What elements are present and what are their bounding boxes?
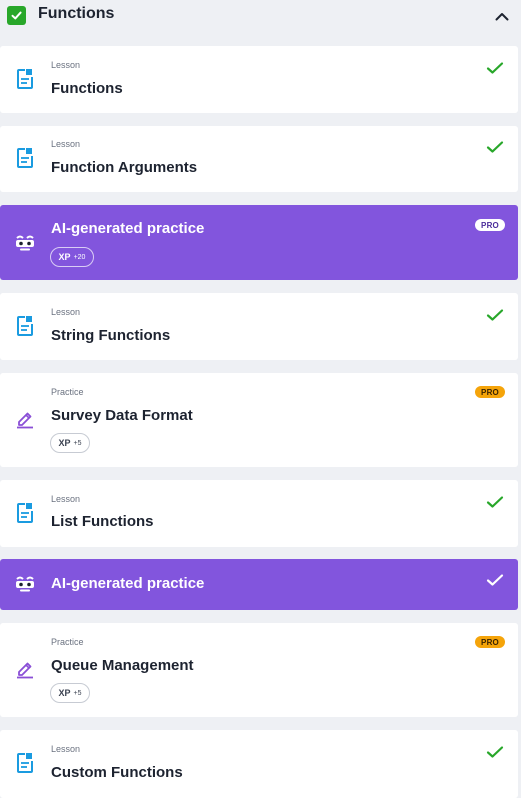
ai-practice-item[interactable]: AI-generated practice PRO XP +20 xyxy=(0,205,518,280)
section-title: Functions xyxy=(38,5,115,22)
item-title: List Functions xyxy=(51,513,154,530)
ai-face-icon xyxy=(13,231,37,255)
ai-face-icon xyxy=(13,572,37,596)
lesson-doc-icon xyxy=(13,146,37,170)
list-item[interactable]: Practice Survey Data Format PRO XP +5 xyxy=(0,373,518,467)
lesson-doc-icon xyxy=(13,314,37,338)
item-title: AI-generated practice xyxy=(51,220,205,237)
xp-value: +20 xyxy=(73,253,86,261)
item-kind: Lesson xyxy=(51,744,81,754)
item-title: Survey Data Format xyxy=(51,407,193,424)
item-kind: Practice xyxy=(51,387,84,397)
pro-badge: PRO xyxy=(475,636,505,648)
xp-label: XP xyxy=(58,438,71,448)
list-item[interactable]: Practice Queue Management PRO XP +5 xyxy=(0,623,518,717)
section-header[interactable]: Functions xyxy=(0,0,521,33)
pencil-icon xyxy=(13,407,37,431)
completed-check-icon xyxy=(484,493,506,511)
item-title: Function Arguments xyxy=(51,159,198,176)
lesson-doc-icon xyxy=(13,67,37,91)
item-kind: Lesson xyxy=(51,60,81,70)
xp-value: +5 xyxy=(73,689,82,697)
item-kind: Practice xyxy=(51,637,84,647)
pro-badge: PRO xyxy=(475,386,505,398)
chevron-up-icon[interactable] xyxy=(492,7,512,25)
xp-label: XP xyxy=(58,252,71,262)
xp-pill: XP +5 xyxy=(50,433,90,453)
ai-practice-item[interactable]: AI-generated practice xyxy=(0,559,518,610)
xp-pill: XP +5 xyxy=(50,683,90,703)
completed-check-icon xyxy=(484,138,506,156)
xp-label: XP xyxy=(58,688,71,698)
item-title: Queue Management xyxy=(51,657,194,674)
list-item[interactable]: Lesson String Functions xyxy=(0,293,518,360)
section-complete-check-icon xyxy=(7,6,26,25)
item-kind: Lesson xyxy=(51,139,81,149)
item-title: Custom Functions xyxy=(51,764,183,781)
list-item[interactable]: Lesson Custom Functions xyxy=(0,730,518,798)
lesson-doc-icon xyxy=(13,501,37,525)
list-item[interactable]: Lesson Functions xyxy=(0,46,518,113)
item-title: AI-generated practice xyxy=(51,575,205,592)
xp-pill: XP +20 xyxy=(50,247,94,267)
item-title: Functions xyxy=(51,80,123,97)
list-item[interactable]: Lesson List Functions xyxy=(0,480,518,547)
completed-check-icon xyxy=(484,59,506,77)
item-kind: Lesson xyxy=(51,494,81,504)
completed-check-icon xyxy=(484,743,506,761)
item-title: String Functions xyxy=(51,327,171,344)
lesson-doc-icon xyxy=(13,751,37,775)
pencil-icon xyxy=(13,657,37,681)
xp-value: +5 xyxy=(73,439,82,447)
completed-check-icon xyxy=(484,571,506,589)
list-item[interactable]: Lesson Function Arguments xyxy=(0,126,518,192)
item-kind: Lesson xyxy=(51,307,81,317)
pro-badge: PRO xyxy=(475,219,505,231)
completed-check-icon xyxy=(484,306,506,324)
